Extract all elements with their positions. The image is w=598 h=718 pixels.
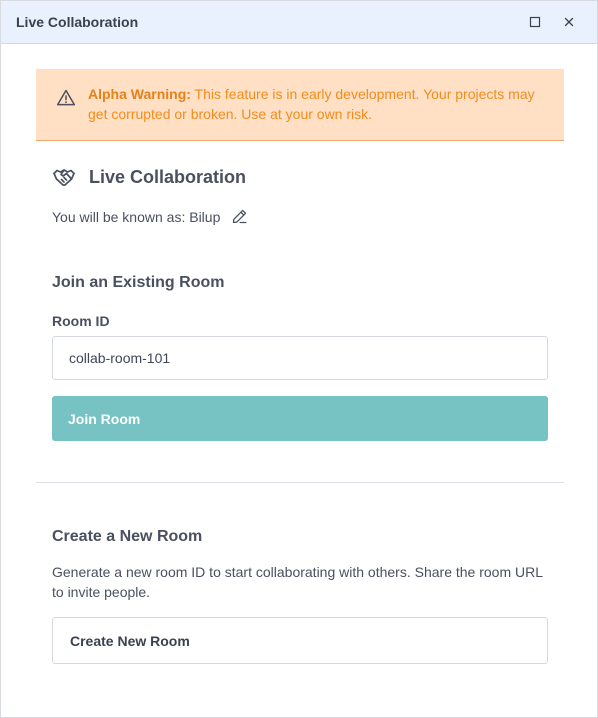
alert-strong: Alpha Warning: [88, 86, 191, 102]
section-divider [36, 482, 564, 483]
create-section-title: Create a New Room [52, 528, 203, 545]
close-icon [564, 17, 574, 27]
identity-row: You will be known as: Bilup [52, 208, 248, 225]
alert-text: Alpha Warning: This feature is in early … [88, 84, 548, 124]
live-collaboration-window: Live Collaboration Alpha Warning: This f… [0, 0, 598, 718]
create-new-room-button[interactable]: Create New Room [52, 617, 548, 664]
title-bar: Live Collaboration [1, 1, 597, 44]
page-title: Live Collaboration [89, 166, 247, 187]
warning-icon [56, 89, 76, 106]
collaboration-heading: Live Collaboration [52, 164, 246, 190]
alpha-warning-alert: Alpha Warning: This feature is in early … [36, 69, 564, 141]
room-id-input[interactable] [52, 336, 548, 380]
join-room-button[interactable]: Join Room [52, 396, 548, 441]
room-id-label: Room ID [52, 313, 110, 329]
close-button[interactable] [556, 9, 582, 35]
maximize-icon [529, 16, 541, 28]
window-title: Live Collaboration [16, 14, 139, 30]
maximize-button[interactable] [522, 9, 548, 35]
pencil-icon[interactable] [231, 208, 248, 225]
create-description: Generate a new room ID to start collabor… [52, 564, 543, 600]
known-as-text: You will be known as: Bilup [52, 208, 221, 225]
join-section-title: Join an Existing Room [52, 274, 225, 291]
handshake-icon [53, 169, 75, 186]
